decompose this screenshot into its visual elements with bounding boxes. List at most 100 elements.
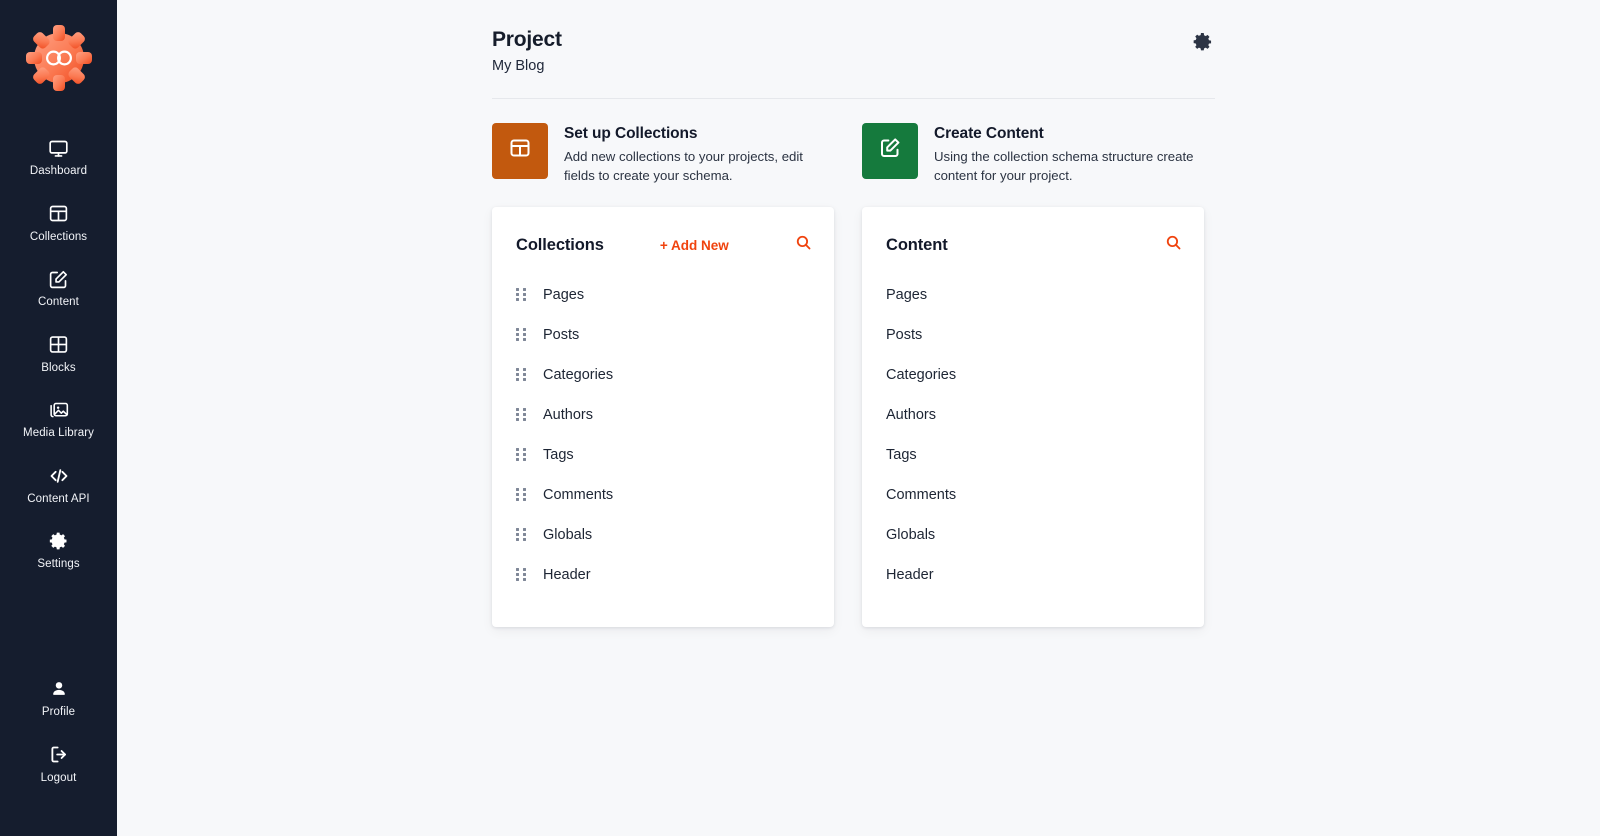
list-item[interactable]: Comments	[862, 475, 1204, 515]
promo-badge	[492, 123, 548, 179]
promo-title: Set up Collections	[564, 124, 834, 143]
content-search-button[interactable]	[1164, 236, 1182, 254]
edit-square-icon	[878, 136, 902, 165]
gear-icon	[1192, 31, 1214, 58]
drag-handle-icon[interactable]	[516, 568, 526, 582]
promo-card-create-content[interactable]: Create Content Using the collection sche…	[862, 123, 1204, 186]
sidebar-item-media-library[interactable]: Media Library	[0, 386, 117, 452]
sidebar-item-label: Settings	[37, 559, 79, 571]
drag-handle-icon[interactable]	[516, 488, 526, 502]
list-item-label: Comments	[886, 488, 956, 503]
table-grid-icon	[508, 136, 532, 165]
sidebar-item-label: Content	[38, 297, 79, 309]
search-icon	[795, 234, 812, 256]
collections-search-button[interactable]	[794, 236, 812, 254]
promo-badge	[862, 123, 918, 179]
list-item-label: Comments	[543, 488, 613, 503]
user-icon	[48, 678, 70, 700]
sidebar: Dashboard Collections	[0, 0, 117, 836]
page-header-text: Project My Blog	[492, 28, 562, 76]
project-settings-button[interactable]	[1191, 32, 1215, 56]
list-item-label: Header	[543, 568, 591, 583]
drag-handle-icon[interactable]	[516, 408, 526, 422]
list-item[interactable]: Comments	[492, 475, 834, 515]
list-item[interactable]: Pages	[492, 275, 834, 315]
logout-arrow-icon	[48, 744, 70, 766]
page-subtitle: My Blog	[492, 58, 562, 75]
sidebar-item-label: Logout	[41, 773, 77, 785]
list-item-label: Categories	[543, 368, 613, 383]
promo-text: Set up Collections Add new collections t…	[564, 123, 834, 186]
sidebar-item-label: Content API	[27, 494, 89, 506]
list-item-label: Authors	[543, 408, 593, 423]
sidebar-item-content-api[interactable]: Content API	[0, 452, 117, 518]
sidebar-item-label: Blocks	[41, 363, 75, 375]
content-wrapper: Project My Blog	[117, 0, 1600, 627]
drag-handle-icon[interactable]	[516, 328, 526, 342]
list-item-label: Posts	[886, 328, 922, 343]
list-item-label: Authors	[886, 408, 936, 423]
sidebar-item-settings[interactable]: Settings	[0, 517, 117, 583]
promo-cards-row: Set up Collections Add new collections t…	[492, 123, 1215, 186]
collections-panel-header: Collections + Add New	[492, 229, 834, 261]
list-item-label: Globals	[886, 528, 935, 543]
page-header: Project My Blog	[492, 28, 1215, 99]
collections-list: Pages Posts Categories Authors	[492, 275, 834, 595]
sidebar-item-profile[interactable]: Profile	[0, 665, 117, 731]
promo-description: Using the collection schema structure cr…	[934, 147, 1204, 186]
panel-title: Content	[886, 236, 948, 255]
promo-title: Create Content	[934, 124, 1204, 143]
drag-handle-icon[interactable]	[516, 448, 526, 462]
sidebar-item-label: Media Library	[23, 428, 94, 440]
monitor-icon	[48, 137, 70, 159]
sidebar-item-content[interactable]: Content	[0, 255, 117, 321]
sidebar-primary-nav: Dashboard Collections	[0, 124, 117, 583]
list-item[interactable]: Tags	[492, 435, 834, 475]
sidebar-item-label: Dashboard	[30, 166, 87, 178]
gear-icon	[48, 530, 70, 552]
list-item-label: Header	[886, 568, 934, 583]
add-new-collection-button[interactable]: + Add New	[660, 238, 729, 253]
list-item-label: Tags	[886, 448, 917, 463]
sidebar-item-logout[interactable]: Logout	[0, 731, 117, 797]
sidebar-item-label: Collections	[30, 232, 87, 244]
drag-handle-icon[interactable]	[516, 368, 526, 382]
sidebar-item-blocks[interactable]: Blocks	[0, 321, 117, 387]
sidebar-item-collections[interactable]: Collections	[0, 190, 117, 256]
content-list: Pages Posts Categories Authors Tags	[862, 275, 1204, 595]
search-icon	[1165, 234, 1182, 256]
collections-panel: Collections + Add New	[492, 207, 834, 627]
list-item[interactable]: Categories	[862, 355, 1204, 395]
list-item[interactable]: Authors	[492, 395, 834, 435]
list-item[interactable]: Header	[862, 555, 1204, 595]
list-item[interactable]: Header	[492, 555, 834, 595]
content-panel: Content Pages	[862, 207, 1204, 627]
promo-text: Create Content Using the collection sche…	[934, 123, 1204, 186]
blocks-grid-icon	[48, 334, 70, 356]
edit-square-icon	[48, 268, 70, 290]
sidebar-item-label: Profile	[42, 707, 75, 719]
list-item[interactable]: Posts	[492, 315, 834, 355]
list-item[interactable]: Categories	[492, 355, 834, 395]
drag-handle-icon[interactable]	[516, 528, 526, 542]
drag-handle-icon[interactable]	[516, 288, 526, 302]
list-item-label: Pages	[886, 288, 927, 303]
list-item[interactable]: Globals	[862, 515, 1204, 555]
list-item[interactable]: Authors	[862, 395, 1204, 435]
list-item-label: Globals	[543, 528, 592, 543]
list-item-label: Posts	[543, 328, 579, 343]
list-item[interactable]: Tags	[862, 435, 1204, 475]
promo-card-setup-collections[interactable]: Set up Collections Add new collections t…	[492, 123, 834, 186]
code-brackets-icon	[48, 465, 70, 487]
sidebar-secondary-nav: Profile Logout	[0, 665, 117, 836]
list-item[interactable]: Pages	[862, 275, 1204, 315]
list-item[interactable]: Posts	[862, 315, 1204, 355]
list-item-label: Pages	[543, 288, 584, 303]
sidebar-item-dashboard[interactable]: Dashboard	[0, 124, 117, 190]
content-panel-header: Content	[862, 229, 1204, 261]
panels-row: Collections + Add New	[492, 207, 1215, 627]
promo-description: Add new collections to your projects, ed…	[564, 147, 834, 186]
list-item-label: Categories	[886, 368, 956, 383]
list-item[interactable]: Globals	[492, 515, 834, 555]
app-logo[interactable]	[23, 22, 95, 94]
